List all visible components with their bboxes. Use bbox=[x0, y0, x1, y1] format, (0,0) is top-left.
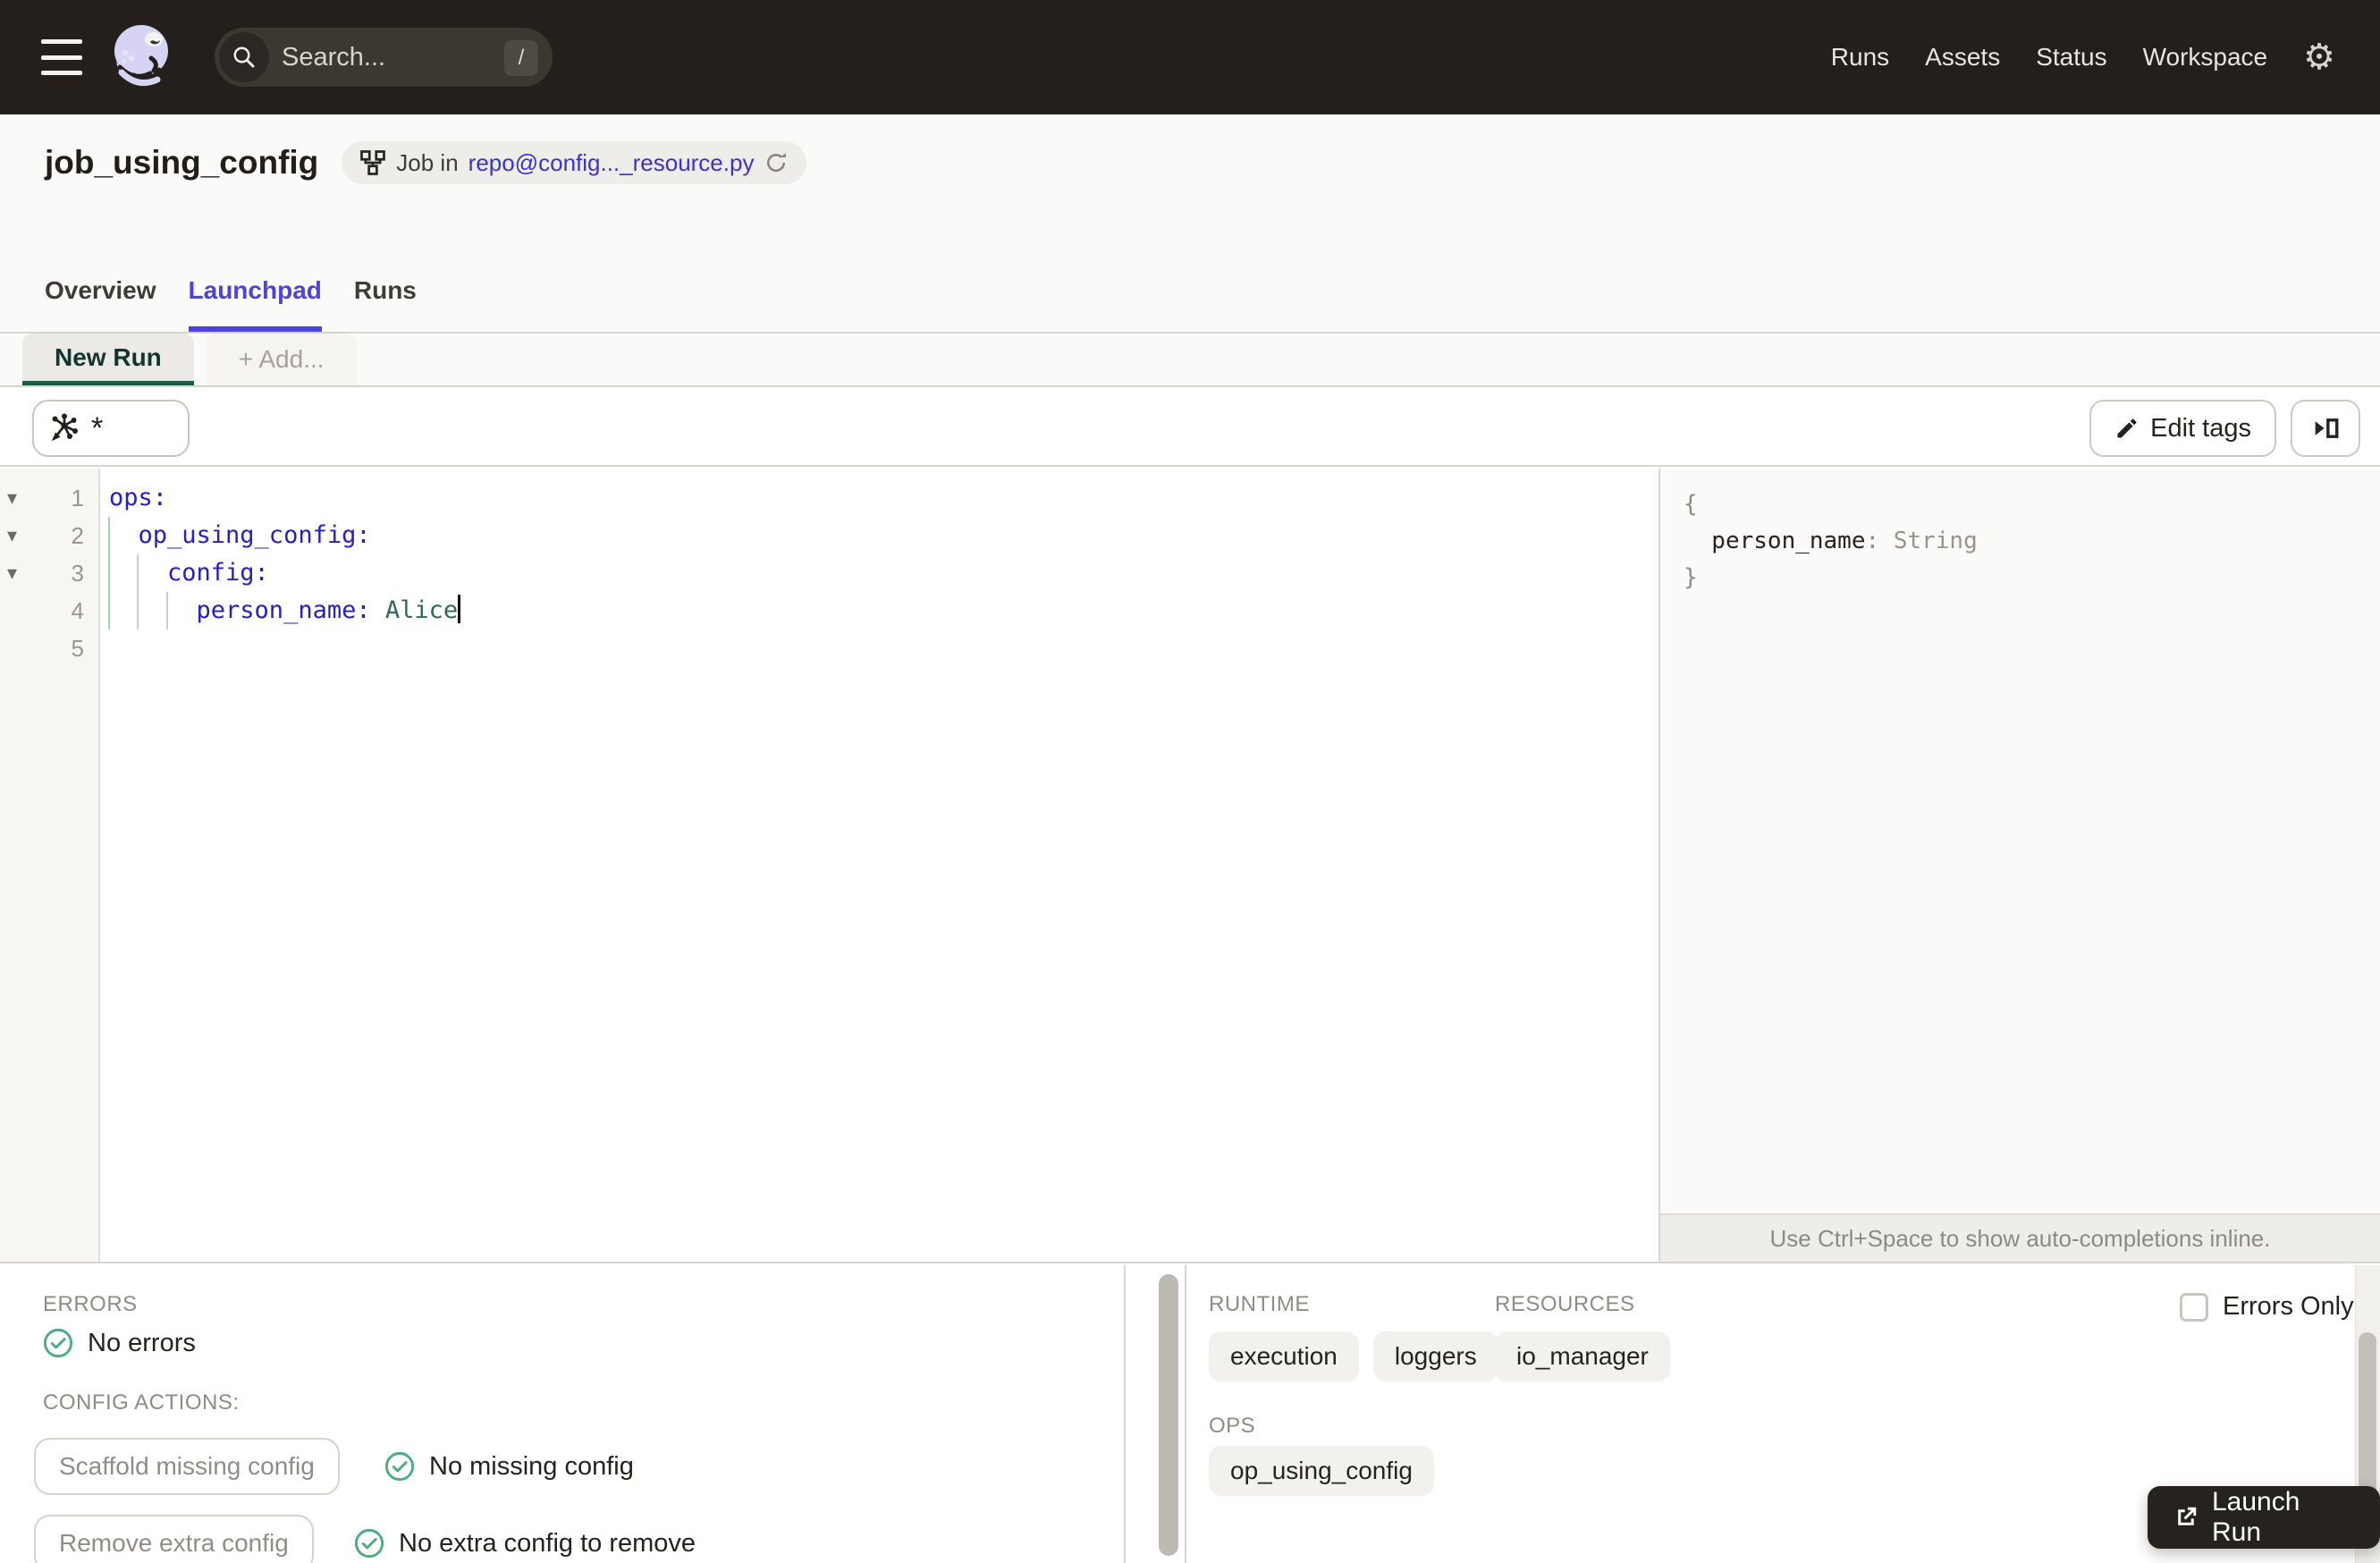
resources-section-label: RESOURCES bbox=[1495, 1292, 1635, 1316]
op-selector-value: * bbox=[91, 410, 104, 445]
no-errors-status: No errors bbox=[43, 1328, 196, 1358]
nav-left: Search... / bbox=[0, 19, 553, 96]
ops-section-label: OPS bbox=[1209, 1414, 1256, 1438]
code-line: config: bbox=[109, 559, 269, 587]
nav-item-status[interactable]: Status bbox=[2036, 43, 2106, 72]
tab-runs[interactable]: Runs bbox=[354, 276, 417, 332]
run-tab-new-run[interactable]: New Run bbox=[22, 334, 194, 385]
page-tabs: Overview Launchpad Runs bbox=[45, 276, 417, 332]
search-input[interactable]: Search... / bbox=[215, 28, 553, 87]
code-line: person_name: Alice bbox=[100, 592, 1656, 629]
panel-toggle-icon bbox=[2310, 413, 2341, 444]
config-editor: ▾ ▾ ▾ 1 2 3 4 5 ops: op_using_config: co… bbox=[0, 469, 2380, 1263]
editor-gutter: ▾ ▾ ▾ 1 2 3 4 5 bbox=[0, 469, 100, 1262]
search-icon bbox=[219, 32, 269, 82]
nav-item-workspace[interactable]: Workspace bbox=[2143, 43, 2268, 72]
dagster-logo[interactable] bbox=[107, 19, 177, 96]
pill-op-using-config[interactable]: op_using_config bbox=[1209, 1446, 1434, 1496]
code-line: op_using_config: bbox=[109, 521, 371, 549]
errors-section-label: ERRORS bbox=[43, 1292, 138, 1316]
runtime-pills: execution loggers bbox=[1209, 1331, 1498, 1381]
config-schema-panel: { person_name: String } Use Ctrl+Space t… bbox=[1658, 469, 2380, 1262]
text-cursor bbox=[458, 595, 461, 623]
nav-item-assets[interactable]: Assets bbox=[1925, 43, 2000, 72]
line-number: 3 bbox=[71, 560, 84, 587]
check-circle-icon bbox=[43, 1328, 73, 1358]
check-circle-icon bbox=[354, 1528, 384, 1559]
op-selector-input[interactable]: * bbox=[32, 400, 190, 457]
check-circle-icon bbox=[384, 1451, 415, 1482]
yaml-code-area[interactable]: ops: op_using_config: config: person_nam… bbox=[100, 479, 1656, 667]
nav-item-runs[interactable]: Runs bbox=[1831, 43, 1889, 72]
search-placeholder: Search... bbox=[282, 42, 386, 72]
config-actions-label: CONFIG ACTIONS: bbox=[43, 1390, 240, 1415]
gear-icon[interactable]: ⚙ bbox=[2303, 39, 2335, 75]
run-tab-add[interactable]: + Add... bbox=[206, 334, 357, 385]
schema-close-brace: } bbox=[1684, 564, 1698, 591]
pill-loggers[interactable]: loggers bbox=[1372, 1331, 1498, 1381]
launchpad-toolbar: * Edit tags bbox=[0, 389, 2380, 467]
launch-run-button[interactable]: Launch Run bbox=[2148, 1486, 2380, 1549]
errors-only-label: Errors Only bbox=[2223, 1292, 2354, 1321]
line-number: 2 bbox=[71, 522, 84, 549]
tab-overview[interactable]: Overview bbox=[45, 276, 156, 332]
left-panel-scrollbar[interactable] bbox=[1159, 1274, 1178, 1556]
pencil-icon bbox=[2114, 416, 2139, 441]
workflow-icon bbox=[359, 149, 386, 176]
no-missing-config-status: No missing config bbox=[384, 1451, 634, 1482]
pill-io-manager[interactable]: io_manager bbox=[1495, 1331, 1670, 1381]
line-number: 1 bbox=[71, 485, 84, 511]
launch-icon bbox=[2173, 1504, 2199, 1531]
nav-right: Runs Assets Status Workspace ⚙ bbox=[1831, 39, 2380, 75]
job-badge-repo-link[interactable]: repo@config..._resource.py bbox=[468, 149, 755, 177]
pill-execution[interactable]: execution bbox=[1209, 1331, 1359, 1381]
edit-tags-button[interactable]: Edit tags bbox=[2089, 400, 2276, 457]
errors-only-checkbox[interactable] bbox=[2180, 1292, 2208, 1322]
schema-code: { person_name: String } bbox=[1660, 469, 2380, 596]
scaffold-missing-config-button[interactable]: Scaffold missing config bbox=[34, 1438, 340, 1495]
hamburger-menu-icon[interactable] bbox=[41, 39, 84, 75]
page-header: job_using_config Job in repo@config..._r… bbox=[0, 114, 2380, 334]
autocomplete-hint: Use Ctrl+Space to show auto-completions … bbox=[1660, 1213, 2380, 1262]
title-row: job_using_config Job in repo@config..._r… bbox=[45, 141, 807, 184]
edit-tags-label: Edit tags bbox=[2150, 413, 2251, 443]
page-title: job_using_config bbox=[45, 144, 319, 181]
code-line: ops: bbox=[109, 484, 168, 511]
job-badge: Job in repo@config..._resource.py bbox=[342, 141, 807, 184]
divider bbox=[1124, 1265, 1126, 1563]
line-number: 4 bbox=[71, 597, 84, 624]
ops-pills: op_using_config bbox=[1209, 1446, 1434, 1496]
no-extra-config-status: No extra config to remove bbox=[354, 1528, 696, 1559]
run-tab-strip: New Run + Add... bbox=[0, 334, 2380, 387]
errors-only-control: Errors Only bbox=[2180, 1292, 2354, 1322]
refresh-icon[interactable] bbox=[764, 150, 789, 175]
schema-field: person_name: String bbox=[1684, 528, 1978, 554]
top-nav: Search... / Runs Assets Status Workspace… bbox=[0, 0, 2380, 114]
schema-open-brace: { bbox=[1684, 491, 1698, 518]
launchpad-page: Search... / Runs Assets Status Workspace… bbox=[0, 0, 2380, 1563]
line-number: 5 bbox=[71, 635, 84, 662]
tab-launchpad[interactable]: Launchpad bbox=[188, 276, 322, 332]
divider bbox=[1185, 1265, 1186, 1563]
job-badge-prefix: Job in bbox=[396, 148, 459, 176]
search-shortcut-badge: / bbox=[504, 40, 538, 76]
toggle-right-panel-button[interactable] bbox=[2291, 400, 2360, 457]
bottom-panel: ERRORS No errors CONFIG ACTIONS: Scaffol… bbox=[0, 1265, 2380, 1563]
remove-extra-config-button[interactable]: Remove extra config bbox=[34, 1515, 314, 1563]
resources-pills: io_manager bbox=[1495, 1331, 1670, 1381]
op-selector-icon bbox=[48, 412, 80, 444]
runtime-section-label: RUNTIME bbox=[1209, 1292, 1310, 1316]
